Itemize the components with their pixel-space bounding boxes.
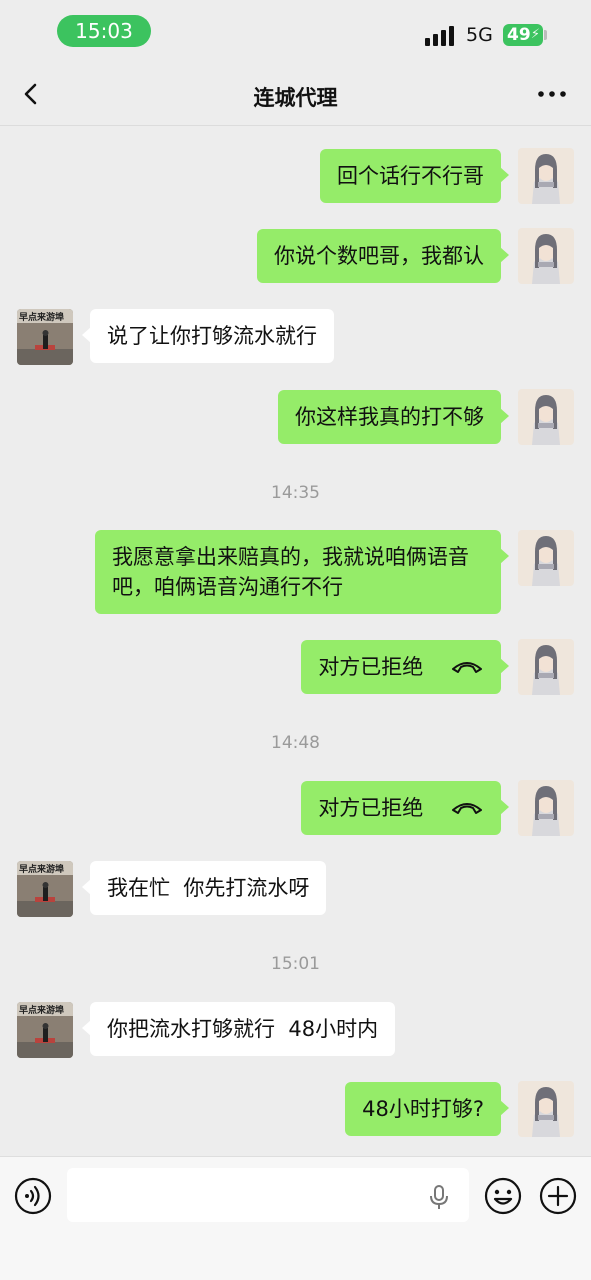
message-bubble[interactable]: 我在忙 你先打流水呀	[81, 861, 327, 915]
message-bubble[interactable]: 48小时打够?	[345, 1082, 509, 1136]
microphone-icon[interactable]	[428, 1185, 450, 1211]
chat-area[interactable]: 回个话行不行哥 你说个数吧哥，我都认 早点来游埠 说了让你打够流水就行 你这样我…	[0, 127, 591, 1155]
self-avatar[interactable]	[518, 148, 574, 204]
self-avatar[interactable]	[518, 389, 574, 445]
nav-bar: 连城代理	[0, 62, 591, 126]
status-time: 15:03	[57, 15, 151, 47]
message-bubble[interactable]: 说了让你打够流水就行	[82, 309, 334, 363]
message-text: 回个话行不行哥	[337, 164, 484, 188]
battery-tip	[544, 30, 547, 40]
timestamp: 14:48	[271, 733, 320, 753]
message-input[interactable]	[67, 1168, 469, 1222]
emoji-icon[interactable]	[484, 1177, 522, 1215]
self-avatar[interactable]	[518, 780, 574, 836]
self-avatar[interactable]	[518, 639, 574, 695]
status-bar: 15:03 5G 49 ⚡	[0, 0, 591, 62]
call-declined-icon	[452, 803, 482, 814]
message-text: 你把流水打够就行 48小时内	[107, 1017, 379, 1041]
message-text: 你这样我真的打不够	[295, 405, 484, 429]
self-avatar[interactable]	[518, 1081, 574, 1137]
contact-avatar[interactable]: 早点来游埠	[17, 309, 73, 365]
battery-level: 49	[507, 25, 531, 45]
more-horizontal-icon[interactable]	[536, 86, 568, 102]
message-text: 对方已拒绝	[318, 655, 424, 679]
message-text: 我愿意拿出来赔真的，我就说咱俩语音吧，咱俩语音沟通行不行	[112, 545, 469, 599]
message-bubble[interactable]: 你把流水打够就行 48小时内	[81, 1002, 396, 1056]
message-text: 说了让你打够流水就行	[107, 324, 317, 348]
timestamp: 15:01	[271, 954, 320, 974]
voice-icon[interactable]	[14, 1177, 52, 1215]
svg-text:早点来游埠: 早点来游埠	[19, 311, 64, 323]
message-bubble[interactable]: 你这样我真的打不够	[278, 390, 509, 444]
contact-avatar[interactable]: 早点来游埠	[17, 1002, 73, 1058]
svg-text:早点来游埠: 早点来游埠	[19, 863, 64, 875]
call-record-bubble[interactable]: 对方已拒绝	[301, 781, 509, 835]
svg-text:早点来游埠: 早点来游埠	[19, 1004, 64, 1016]
message-bubble[interactable]: 我愿意拿出来赔真的，我就说咱俩语音吧，咱俩语音沟通行不行	[95, 530, 509, 614]
chat-title: 连城代理	[253, 86, 338, 110]
signal-strength-icon	[425, 26, 457, 46]
self-avatar[interactable]	[518, 228, 574, 284]
contact-avatar[interactable]: 早点来游埠	[17, 861, 73, 917]
call-declined-icon	[452, 662, 482, 673]
message-bubble[interactable]: 回个话行不行哥	[320, 149, 509, 203]
message-bubble[interactable]: 你说个数吧哥，我都认	[257, 229, 509, 283]
message-text: 对方已拒绝	[318, 796, 424, 820]
message-text: 你说个数吧哥，我都认	[274, 244, 484, 268]
network-type: 5G	[466, 24, 493, 46]
charging-icon: ⚡	[530, 27, 540, 42]
call-record-bubble[interactable]: 对方已拒绝	[301, 640, 509, 694]
battery-indicator: 49 ⚡	[503, 24, 543, 46]
plus-icon[interactable]	[539, 1177, 577, 1215]
message-text: 我在忙 你先打流水呀	[107, 876, 310, 900]
input-bar	[0, 1156, 591, 1280]
self-avatar[interactable]	[518, 530, 574, 586]
message-text: 48小时打够?	[362, 1097, 484, 1121]
timestamp: 14:35	[271, 483, 320, 503]
